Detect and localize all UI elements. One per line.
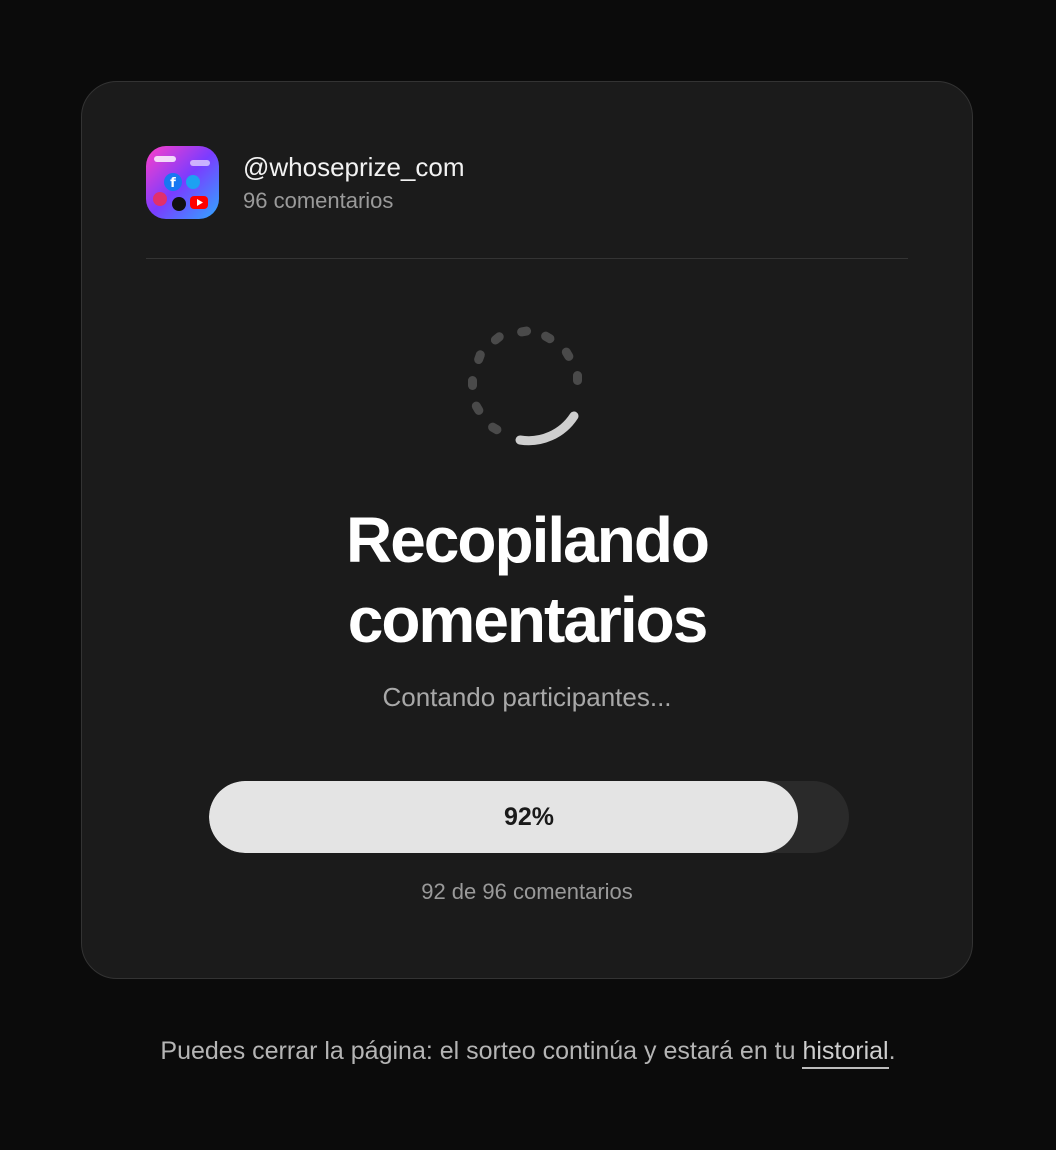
progress-percent: 92% xyxy=(503,803,555,831)
account-handle: @whoseprize_com xyxy=(243,151,465,182)
history-link[interactable]: historial xyxy=(802,1037,889,1069)
progress-caption: 92 de 96 comentarios xyxy=(421,879,633,904)
account-text: @whoseprize_com 96 comentarios xyxy=(243,150,464,216)
status-title-line2: comentarios xyxy=(347,584,709,656)
progress-bar: 92% xyxy=(209,781,849,853)
status-subtitle: Contando participantes... xyxy=(382,682,672,712)
account-header: f @whoseprize_com 96 comentarios xyxy=(146,146,464,219)
page: f @whoseprize_com 96 comentarios Recopil… xyxy=(0,0,1056,1150)
footer-end: . xyxy=(888,1037,896,1065)
footer-text: Puedes cerrar la página: el sorteo conti… xyxy=(160,1037,803,1065)
svg-text:f: f xyxy=(170,176,176,191)
loading-spinner-icon xyxy=(466,326,590,450)
status-title-line1: Recopilando xyxy=(345,504,710,576)
footer-note: Puedes cerrar la página: el sorteo conti… xyxy=(0,1033,1056,1069)
collection-card: f @whoseprize_com 96 comentarios Recopil… xyxy=(81,81,973,979)
account-comment-count: 96 comentarios xyxy=(243,187,394,213)
spinner-graphic xyxy=(468,326,582,446)
account-avatar: f xyxy=(146,146,219,219)
status-title: Recopilando comentarios xyxy=(82,500,972,660)
social-media-collage-icon: f xyxy=(146,146,219,219)
header-divider xyxy=(146,258,908,259)
